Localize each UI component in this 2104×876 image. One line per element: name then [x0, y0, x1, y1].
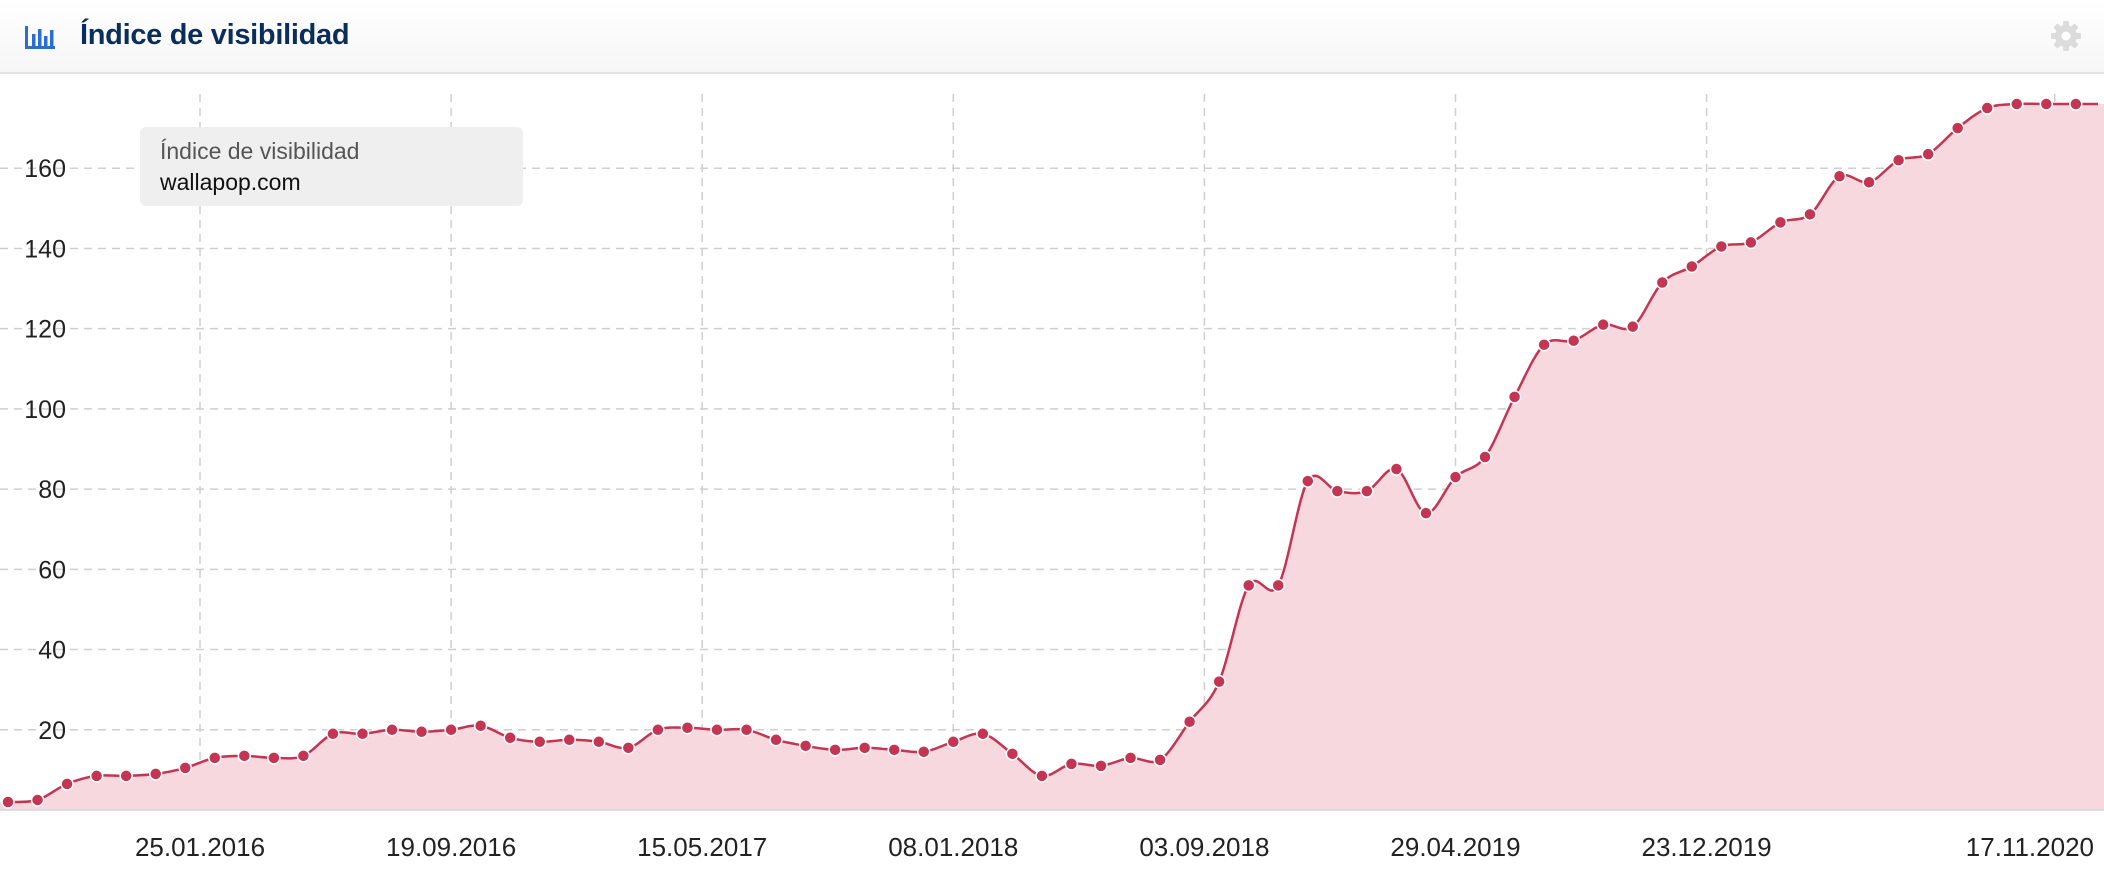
y-tick-label: 40: [38, 637, 66, 665]
data-point[interactable]: [2069, 97, 2083, 111]
data-point[interactable]: [1891, 153, 1906, 167]
data-point[interactable]: [1182, 715, 1197, 729]
y-tick-label: 80: [38, 476, 66, 504]
x-tick-label: 29.04.2019: [1390, 832, 1520, 862]
data-point[interactable]: [326, 727, 340, 741]
data-point[interactable]: [208, 751, 222, 765]
gear-icon[interactable]: [2050, 20, 2082, 52]
data-point[interactable]: [798, 739, 813, 753]
data-point[interactable]: [1596, 317, 1610, 332]
data-point[interactable]: [1980, 101, 1994, 115]
data-point[interactable]: [1478, 450, 1492, 464]
data-point[interactable]: [1448, 470, 1463, 484]
data-point[interactable]: [857, 741, 872, 755]
data-point[interactable]: [503, 731, 517, 745]
data-point[interactable]: [946, 735, 961, 749]
data-point[interactable]: [592, 735, 606, 749]
data-point[interactable]: [1419, 506, 1433, 520]
data-point[interactable]: [1064, 757, 1079, 771]
data-point[interactable]: [680, 721, 695, 735]
data-point[interactable]: [917, 745, 931, 759]
data-point[interactable]: [1241, 578, 1256, 593]
data-point[interactable]: [1803, 207, 1817, 222]
data-point[interactable]: [651, 723, 665, 737]
data-point[interactable]: [1862, 175, 1876, 190]
data-point[interactable]: [414, 725, 429, 739]
x-tick-label: 19.09.2016: [386, 832, 516, 862]
legend-box: Índice de visibilidad wallapop.com: [140, 127, 523, 206]
data-point[interactable]: [178, 761, 192, 775]
data-point[interactable]: [30, 793, 45, 807]
series-area: [0, 103, 2104, 810]
y-tick-label: 140: [24, 235, 66, 263]
data-point[interactable]: [444, 723, 458, 737]
legend-title: Índice de visibilidad: [160, 138, 360, 164]
data-point[interactable]: [1507, 390, 1522, 404]
data-point[interactable]: [1685, 259, 1699, 274]
y-tick-label: 60: [38, 556, 66, 584]
data-point[interactable]: [119, 769, 133, 783]
data-point[interactable]: [148, 767, 163, 781]
data-point[interactable]: [1123, 751, 1138, 765]
data-point[interactable]: [1744, 235, 1758, 250]
data-point[interactable]: [473, 719, 488, 733]
data-point[interactable]: [2039, 97, 2054, 111]
y-tick-label: 20: [38, 717, 66, 745]
data-point[interactable]: [1389, 462, 1404, 476]
data-point[interactable]: [237, 749, 252, 763]
x-tick-label: 15.05.2017: [637, 832, 767, 862]
data-point[interactable]: [1566, 333, 1581, 348]
data-point[interactable]: [1714, 239, 1729, 254]
data-point[interactable]: [1655, 275, 1670, 290]
y-axis-ticks: 20 40 60 80 100 120 140 160: [24, 155, 66, 745]
data-point[interactable]: [1153, 753, 1167, 767]
data-point[interactable]: [296, 749, 311, 763]
data-point[interactable]: [1360, 484, 1374, 498]
data-point[interactable]: [1537, 337, 1551, 352]
data-point[interactable]: [1271, 578, 1285, 593]
data-point[interactable]: [267, 751, 281, 765]
data-point[interactable]: [1950, 121, 1965, 135]
data-point[interactable]: [1625, 319, 1640, 334]
data-point[interactable]: [1921, 147, 1935, 161]
widget-title: Índice de visibilidad: [80, 19, 350, 51]
y-tick-label: 160: [24, 155, 66, 183]
data-point[interactable]: [769, 733, 783, 747]
data-point[interactable]: [887, 743, 901, 757]
data-point[interactable]: [976, 727, 990, 741]
bar-chart-icon: [25, 26, 55, 49]
data-point[interactable]: [385, 723, 399, 737]
x-tick-label: 25.01.2016: [135, 832, 265, 862]
data-point[interactable]: [1212, 674, 1226, 689]
data-point[interactable]: [355, 727, 370, 741]
data-point[interactable]: [1094, 759, 1108, 773]
x-tick-label: 23.12.2019: [1642, 832, 1772, 862]
data-point[interactable]: [621, 741, 636, 755]
x-tick-label: 08.01.2018: [888, 832, 1018, 862]
y-tick-label: 100: [24, 396, 66, 424]
y-tick-label: 120: [24, 316, 66, 344]
x-tick-label: 17.11.2020: [1966, 832, 2094, 862]
data-point[interactable]: [1035, 769, 1049, 783]
data-point[interactable]: [1773, 215, 1788, 230]
legend-domain: wallapop.com: [160, 169, 301, 195]
data-point[interactable]: [1005, 747, 1020, 761]
data-point[interactable]: [562, 733, 577, 747]
x-tick-label: 03.09.2018: [1139, 832, 1269, 862]
data-point[interactable]: [710, 723, 724, 737]
data-point[interactable]: [1, 795, 15, 809]
data-point[interactable]: [1832, 169, 1847, 183]
data-point[interactable]: [828, 743, 842, 757]
data-point[interactable]: [1301, 474, 1315, 488]
data-point[interactable]: [89, 769, 104, 783]
data-point[interactable]: [60, 777, 74, 791]
data-point[interactable]: [2010, 97, 2024, 111]
x-axis-ticks: 25.01.2016 19.09.2016 15.05.2017 08.01.2018…: [135, 832, 2094, 862]
data-point[interactable]: [1330, 484, 1345, 498]
widget-header: Índice de visibilidad: [0, 0, 2104, 74]
data-point[interactable]: [532, 735, 547, 749]
data-point[interactable]: [739, 723, 754, 737]
